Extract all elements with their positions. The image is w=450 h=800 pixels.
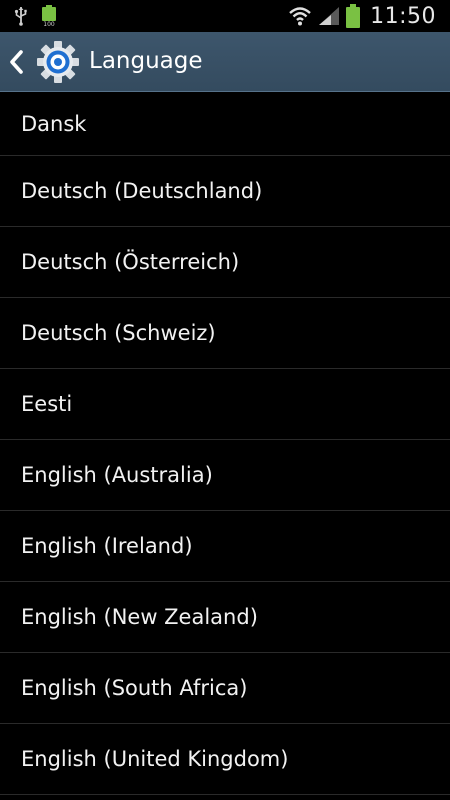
- svg-text:100: 100: [43, 21, 55, 27]
- list-item-label: Deutsch (Schweiz): [21, 321, 216, 345]
- list-item-label: Eesti: [21, 392, 73, 416]
- list-item-label: English (Ireland): [21, 534, 193, 558]
- status-bar: 100 11:50: [0, 0, 450, 32]
- list-item-english-south-africa[interactable]: English (South Africa): [0, 653, 450, 724]
- signal-icon: [319, 7, 340, 25]
- status-clock: 11:50: [370, 3, 436, 29]
- action-bar: Language: [0, 32, 450, 92]
- settings-gear-icon: [37, 41, 79, 83]
- chevron-left-icon: [10, 50, 23, 74]
- list-item-english-united-kingdom[interactable]: English (United Kingdom): [0, 724, 450, 795]
- language-list: Dansk Deutsch (Deutschland) Deutsch (Öst…: [0, 92, 450, 795]
- list-item-deutsch-oesterreich[interactable]: Deutsch (Österreich): [0, 227, 450, 298]
- wifi-icon: [289, 7, 311, 26]
- list-item-deutsch-deutschland[interactable]: Deutsch (Deutschland): [0, 156, 450, 227]
- list-item-label: English (United Kingdom): [21, 747, 289, 771]
- back-button[interactable]: [0, 32, 86, 91]
- usb-icon: [14, 7, 27, 26]
- list-item-label: Dansk: [21, 111, 87, 136]
- list-item-english-ireland[interactable]: English (Ireland): [0, 511, 450, 582]
- list-item-eesti[interactable]: Eesti: [0, 369, 450, 440]
- battery-full-notification-icon: 100: [42, 5, 56, 27]
- list-item-label: English (Australia): [21, 463, 213, 487]
- list-item-english-australia[interactable]: English (Australia): [0, 440, 450, 511]
- list-item-label: English (New Zealand): [21, 605, 258, 629]
- status-notifications: 100: [14, 5, 58, 27]
- list-item-label: Deutsch (Österreich): [21, 250, 240, 274]
- list-item-label: English (South Africa): [21, 676, 248, 700]
- list-item-label: Deutsch (Deutschland): [21, 179, 263, 203]
- page-title: Language: [89, 48, 203, 74]
- list-item-deutsch-schweiz[interactable]: Deutsch (Schweiz): [0, 298, 450, 369]
- status-system: 11:50: [288, 0, 436, 32]
- list-item-dansk[interactable]: Dansk: [0, 92, 450, 156]
- list-item-english-new-zealand[interactable]: English (New Zealand): [0, 582, 450, 653]
- battery-icon: [346, 4, 361, 28]
